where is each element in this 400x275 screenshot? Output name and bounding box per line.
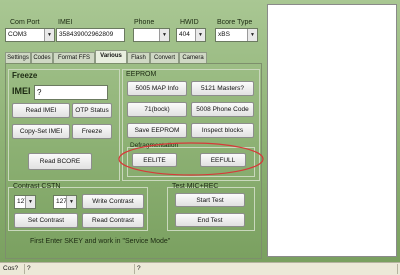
freeze-imei-input[interactable]: ? [34,85,108,100]
freeze-title: Freeze [12,71,38,80]
phone-label: Phone [134,19,155,26]
imei-header-value: 358439002962809 [59,31,114,38]
start-test-button[interactable]: Start Test [175,193,245,207]
chevron-down-icon[interactable]: ▼ [247,29,257,41]
hwid-label: HWID [180,19,199,26]
71-bock-button[interactable]: 71(bock) [127,102,187,117]
contrast-value-2[interactable]: 127 ▼ [53,195,77,209]
freeze-imei-label: IMEI [12,86,31,96]
tab-format-ffs[interactable]: Format FFS [53,52,95,63]
chevron-down-icon[interactable]: ▼ [195,29,205,41]
status-cell-2: ? [25,264,135,274]
save-eeprom-button[interactable]: Save EEPROM [127,123,187,138]
status-bar: Cos? ? ? [0,262,400,275]
contrast-value-1[interactable]: 127 ▼ [14,195,36,209]
tab-settings[interactable]: Settings [5,52,31,63]
freeze-button[interactable]: Freeze [72,124,112,139]
com-port-value: COM3 [8,31,27,38]
phone-select[interactable]: ▼ [133,28,170,42]
bcore-type-value: xBS [218,31,230,38]
main-panel: Com Port COM3 ▼ IMEI 358439002962809 Pho… [0,0,400,262]
copy-set-imei-button[interactable]: Copy-Set IMEI [12,124,70,139]
imei-header-label: IMEI [58,19,73,26]
footer-note: First Enter SKEY and work in "Service Mo… [30,238,171,245]
tab-camera[interactable]: Camera [179,52,207,63]
end-test-button[interactable]: End Test [175,213,245,227]
com-port-label: Com Port [10,19,40,26]
chevron-down-icon[interactable]: ▼ [159,29,169,41]
status-cell-1: Cos? [1,264,25,274]
com-port-select[interactable]: COM3 ▼ [5,28,55,42]
freeze-imei-value: ? [37,88,42,97]
set-contrast-button[interactable]: Set Contrast [14,213,78,228]
chevron-down-icon[interactable]: ▼ [66,196,76,208]
status-cell-3: ? [135,264,398,274]
imei-header-field[interactable]: 358439002962809 [56,28,125,42]
test-mic-title: Test MIC+REC [172,183,219,190]
tab-convert[interactable]: Convert [150,52,179,63]
eeprom-title: EEPROM [126,71,157,78]
5008-phone-code-button[interactable]: 5008 Phone Code [191,102,254,117]
read-imei-button[interactable]: Read IMEI [12,103,70,118]
5005-map-info-button[interactable]: 5005 MAP Info [127,81,187,96]
log-output-area[interactable] [267,4,397,257]
contrast-title: Contrast CSTN [13,183,61,190]
chevron-down-icon[interactable]: ▼ [44,29,54,41]
bcore-type-select[interactable]: xBS ▼ [215,28,258,42]
tab-various[interactable]: Various [95,50,127,63]
hwid-value: 404 [179,31,190,38]
otp-status-button[interactable]: OTP Status [72,103,112,118]
write-contrast-button[interactable]: Write Contrast [82,194,144,209]
inspect-blocks-button[interactable]: Inspect blocks [191,123,254,138]
5121-masters-button[interactable]: 5121 Masters? [191,81,254,96]
tab-codes[interactable]: Codes [31,52,53,63]
read-bcore-button[interactable]: Read BCORE [28,153,92,170]
hwid-select[interactable]: 404 ▼ [176,28,206,42]
tab-flash[interactable]: Flash [127,52,150,63]
read-contrast-button[interactable]: Read Contrast [82,213,144,228]
chevron-down-icon[interactable]: ▼ [25,196,35,208]
highlight-ellipse [118,142,264,176]
bcore-type-label: Bcore Type [217,19,253,26]
